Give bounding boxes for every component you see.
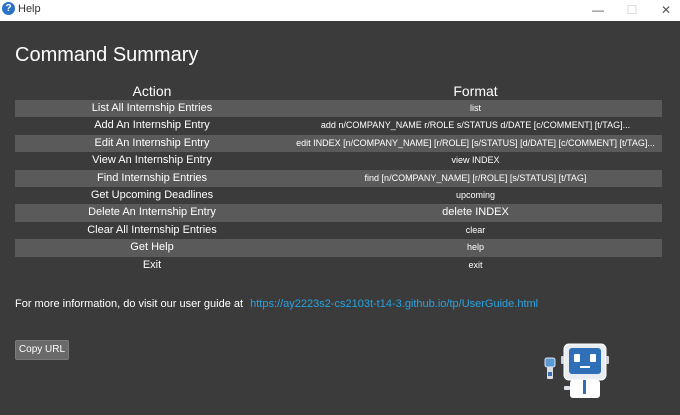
maximize-button[interactable]: ☐: [615, 0, 649, 21]
table-row: Get Upcoming Deadlines upcoming: [15, 187, 662, 204]
copy-url-button[interactable]: Copy URL: [15, 340, 69, 360]
format-cell: help: [466, 242, 484, 253]
format-cell: view INDEX: [451, 155, 500, 166]
action-cell: Exit: [142, 258, 162, 271]
user-guide-link[interactable]: https://ay2223s2-cs2103t-t14-3.github.io…: [250, 298, 538, 310]
table-row: View An Internship Entry view INDEX: [15, 152, 662, 169]
action-cell: Clear All Internship Entries: [87, 223, 217, 236]
user-guide-info: For more information, do visit our user …: [15, 298, 538, 310]
window-title: Help: [18, 3, 41, 15]
close-button[interactable]: ✕: [649, 0, 680, 21]
action-cell: Delete An Internship Entry: [88, 206, 216, 219]
format-cell: exit: [468, 259, 483, 270]
minimize-button[interactable]: —: [581, 0, 615, 21]
format-cell: delete INDEX: [442, 206, 509, 219]
page-title: Command Summary: [15, 44, 199, 66]
action-cell: Add An Internship Entry: [94, 119, 210, 132]
format-cell: find [n/COMPANY_NAME] [r/ROLE] [s/STATUS…: [364, 172, 587, 183]
title-bar: ? Help — ☐ ✕: [0, 0, 680, 21]
format-cell: upcoming: [455, 189, 496, 200]
table-row: Exit exit: [15, 257, 662, 274]
info-text: For more information, do visit our user …: [15, 298, 244, 310]
table-row: List All Internship Entries list: [15, 100, 662, 118]
table-row: Delete An Internship Entry delete INDEX: [15, 204, 662, 222]
command-summary-table: Action Format List All Internship Entrie…: [15, 82, 662, 274]
table-row: Get Help help: [15, 239, 662, 257]
format-cell: add n/COMPANY_NAME r/ROLE s/STATUS d/DAT…: [320, 120, 631, 131]
table-row: Clear All Internship Entries clear: [15, 222, 662, 239]
header-format: Format: [453, 83, 498, 99]
format-cell: edit INDEX [n/COMPANY_NAME] [r/ROLE] [s/…: [296, 137, 655, 148]
table-row: Edit An Internship Entry edit INDEX [n/C…: [15, 134, 662, 153]
table-header: Action Format: [15, 82, 662, 100]
action-cell: Find Internship Entries: [96, 171, 208, 184]
action-cell: Edit An Internship Entry: [94, 136, 210, 149]
header-action: Action: [132, 83, 172, 99]
format-cell: list: [470, 103, 481, 113]
action-cell: View An Internship Entry: [92, 154, 212, 167]
action-cell: Get Help: [130, 241, 174, 254]
format-cell: clear: [465, 224, 486, 235]
action-cell: Get Upcoming Deadlines: [90, 188, 214, 201]
action-cell: List All Internship Entries: [91, 102, 213, 114]
robot-mascot-icon: [544, 343, 609, 398]
question-mark-icon: ?: [2, 2, 15, 15]
table-row: Find Internship Entries find [n/COMPANY_…: [15, 169, 662, 187]
table-row: Add An Internship Entry add n/COMPANY_NA…: [15, 117, 662, 134]
